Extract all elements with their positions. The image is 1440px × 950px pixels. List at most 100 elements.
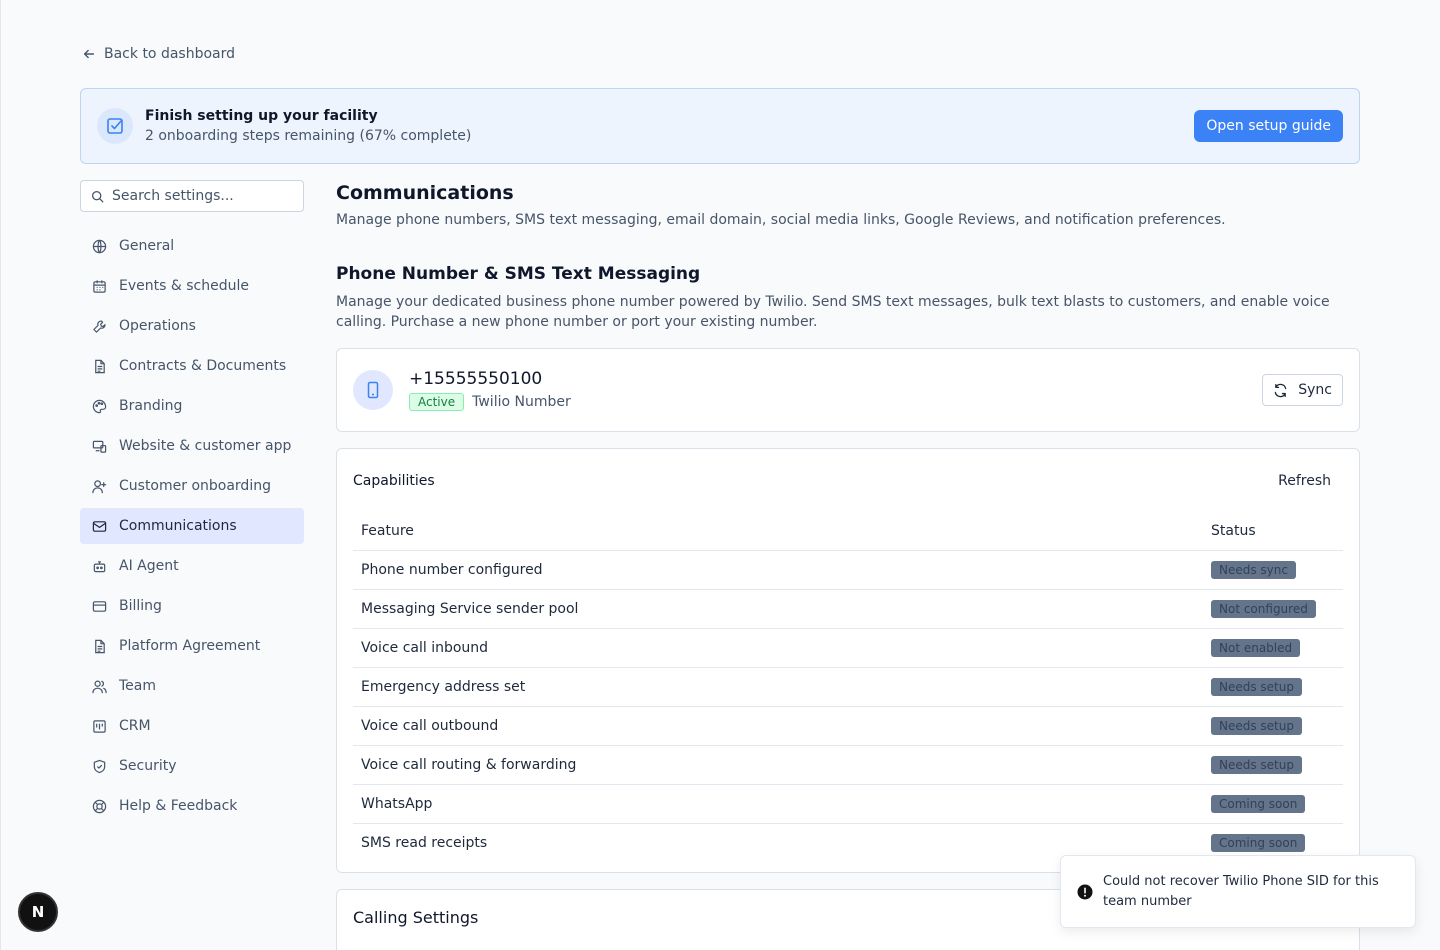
sync-button[interactable]: Sync bbox=[1262, 374, 1343, 406]
wrench-icon bbox=[93, 319, 106, 333]
search-icon bbox=[91, 190, 104, 202]
section-description: Manage your dedicated business phone num… bbox=[336, 294, 1330, 330]
feature-cell: WhatsApp bbox=[353, 784, 1203, 824]
sidebar-item-team[interactable]: Team bbox=[80, 668, 304, 704]
sidebar-item-contracts-documents[interactable]: Contracts & Documents bbox=[80, 348, 304, 384]
smartphone-icon bbox=[367, 381, 379, 399]
capabilities-table: Feature Status Phone number configured N… bbox=[353, 513, 1343, 862]
open-setup-guide-button[interactable]: Open setup guide bbox=[1194, 110, 1343, 142]
back-link-label: Back to dashboard bbox=[104, 46, 236, 62]
table-row: Messaging Service sender pool Not config… bbox=[353, 589, 1343, 629]
feature-cell: Phone number configured bbox=[353, 550, 1203, 590]
left-border bbox=[0, 0, 1, 950]
sidebar-item-branding[interactable]: Branding bbox=[80, 388, 304, 424]
alert-icon bbox=[1077, 884, 1093, 899]
refresh-button[interactable]: Refresh bbox=[1266, 473, 1343, 489]
arrow-left-icon bbox=[83, 49, 95, 59]
sidebar-item-help-feedback[interactable]: Help & Feedback bbox=[80, 788, 304, 824]
table-row: Voice call routing & forwarding Needs se… bbox=[353, 745, 1343, 785]
phone-info: +15555550100 Active Twilio Number bbox=[409, 369, 571, 411]
search-input[interactable] bbox=[112, 188, 292, 204]
back-to-dashboard-link[interactable]: Back to dashboard bbox=[82, 46, 235, 62]
status-cell: Coming soon bbox=[1203, 784, 1343, 824]
sidebar-item-label: Billing bbox=[119, 598, 162, 614]
table-row: Voice call inbound Not enabled bbox=[353, 628, 1343, 668]
page-title: Communications bbox=[336, 182, 514, 204]
status-cell: Needs setup bbox=[1203, 706, 1343, 746]
sidebar-item-label: Platform Agreement bbox=[119, 638, 261, 654]
feature-cell: Voice call outbound bbox=[353, 706, 1203, 746]
sidebar-item-customer-onboarding[interactable]: Customer onboarding bbox=[80, 468, 304, 504]
sidebar-item-label: Events & schedule bbox=[119, 278, 249, 294]
sidebar-item-platform-agreement[interactable]: Platform Agreement bbox=[80, 628, 304, 664]
sidebar-item-label: CRM bbox=[119, 718, 151, 734]
sidebar-item-label: Branding bbox=[119, 398, 183, 414]
credit-card-icon bbox=[92, 600, 107, 612]
feature-cell: Voice call routing & forwarding bbox=[353, 745, 1203, 785]
sidebar-item-general[interactable]: General bbox=[80, 228, 304, 264]
checkbox-icon bbox=[107, 118, 123, 134]
feature-cell: Messaging Service sender pool bbox=[353, 589, 1203, 629]
user-plus-icon bbox=[92, 479, 107, 493]
sidebar-item-label: Communications bbox=[119, 518, 237, 534]
status-pill: Not enabled bbox=[1211, 638, 1301, 657]
main-content: Communications Manage phone numbers, SMS… bbox=[336, 180, 1360, 950]
document-icon bbox=[95, 639, 105, 653]
status-pill: Coming soon bbox=[1211, 794, 1306, 813]
bot-icon bbox=[93, 560, 106, 572]
feature-cell: Emergency address set bbox=[353, 667, 1203, 707]
status-pill: Needs setup bbox=[1211, 716, 1302, 735]
globe-icon bbox=[92, 239, 107, 253]
sidebar-item-ai-agent[interactable]: AI Agent bbox=[80, 548, 304, 584]
crm-icon bbox=[93, 719, 106, 733]
sidebar-item-label: Operations bbox=[119, 318, 196, 334]
phone-meta: Active Twilio Number bbox=[409, 393, 571, 411]
status-pill: Needs sync bbox=[1211, 560, 1296, 579]
phone-icon-wrap bbox=[353, 370, 393, 410]
users-icon bbox=[92, 680, 107, 693]
sidebar-item-communications[interactable]: Communications bbox=[80, 508, 304, 544]
sidebar-item-website-customer-app[interactable]: Website & customer app bbox=[80, 428, 304, 464]
sidebar-item-label: General bbox=[119, 238, 175, 254]
feature-cell: Voice call inbound bbox=[353, 628, 1203, 668]
status-pill: Needs setup bbox=[1211, 755, 1302, 774]
phone-type: Twilio Number bbox=[472, 394, 571, 410]
sidebar-item-billing[interactable]: Billing bbox=[80, 588, 304, 624]
sidebar-item-operations[interactable]: Operations bbox=[80, 308, 304, 344]
status-cell: Not configured bbox=[1203, 589, 1343, 629]
dev-tools-button[interactable]: N bbox=[18, 892, 58, 932]
table-header-row: Feature Status bbox=[353, 513, 1343, 551]
phone-number: +15555550100 bbox=[409, 369, 543, 389]
sidebar-item-label: Customer onboarding bbox=[119, 478, 271, 494]
sidebar-item-crm[interactable]: CRM bbox=[80, 708, 304, 744]
calendar-icon bbox=[93, 279, 106, 293]
setup-icon-wrap bbox=[97, 108, 133, 144]
setup-title: Finish setting up your facility bbox=[145, 108, 378, 124]
lifebuoy-icon bbox=[92, 799, 107, 813]
document-icon bbox=[95, 359, 105, 373]
column-header-status: Status bbox=[1203, 513, 1343, 551]
status-badge: Active bbox=[409, 393, 465, 411]
error-toast: Could not recover Twilio Phone SID for t… bbox=[1060, 855, 1416, 928]
settings-sidebar: General Events & schedule Operations Con… bbox=[80, 228, 304, 828]
page-subtitle: Manage phone numbers, SMS text messaging… bbox=[336, 212, 1226, 228]
sidebar-item-label: Contracts & Documents bbox=[119, 358, 287, 374]
section-title: Phone Number & SMS Text Messaging bbox=[336, 264, 701, 284]
table-row: Emergency address set Needs setup bbox=[353, 667, 1343, 707]
sidebar-item-events-schedule[interactable]: Events & schedule bbox=[80, 268, 304, 304]
sidebar-item-label: Security bbox=[119, 758, 177, 774]
capabilities-header: Capabilities Refresh bbox=[353, 465, 1343, 497]
status-cell: Needs sync bbox=[1203, 550, 1343, 590]
shield-icon bbox=[93, 759, 106, 773]
column-header-feature: Feature bbox=[353, 513, 1203, 551]
capabilities-title: Capabilities bbox=[353, 473, 435, 489]
palette-icon bbox=[92, 399, 107, 413]
sidebar-item-security[interactable]: Security bbox=[80, 748, 304, 784]
sidebar-item-label: Help & Feedback bbox=[119, 798, 238, 814]
status-cell: Needs setup bbox=[1203, 745, 1343, 785]
phone-number-card: +15555550100 Active Twilio Number Sync bbox=[336, 348, 1360, 432]
setup-banner: Finish setting up your facility 2 onboar… bbox=[80, 88, 1360, 164]
status-cell: Needs setup bbox=[1203, 667, 1343, 707]
sidebar-item-label: Team bbox=[119, 678, 157, 694]
setup-progress: 2 onboarding steps remaining (67% comple… bbox=[145, 128, 472, 144]
